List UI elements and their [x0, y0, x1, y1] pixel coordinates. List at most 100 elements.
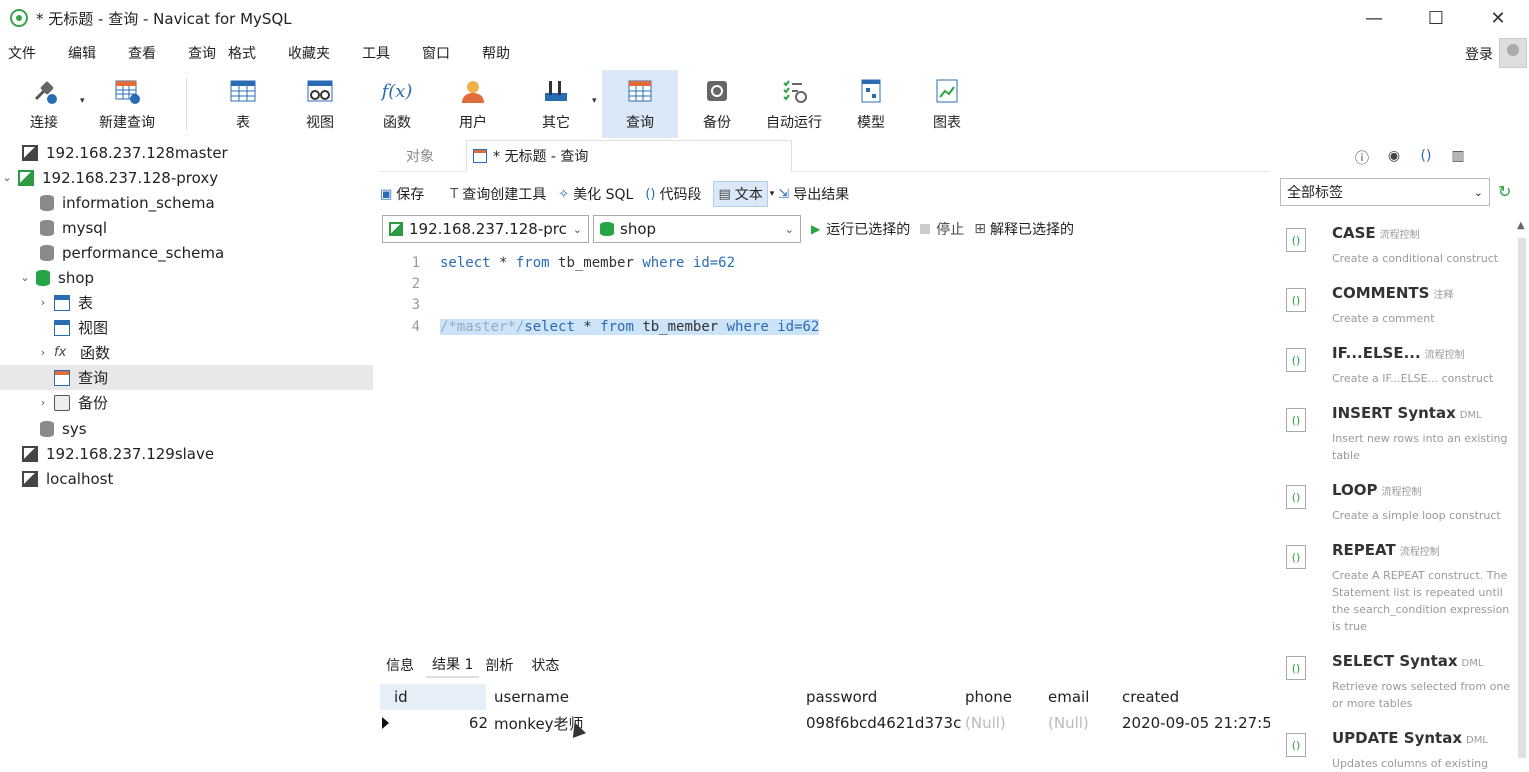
maximize-button[interactable]: ☐	[1405, 0, 1467, 36]
menu-file[interactable]: 文件	[2, 43, 42, 63]
menu-format[interactable]: 格式	[222, 43, 262, 63]
query-icon	[625, 76, 655, 106]
query-builder-button[interactable]: T 查询创建工具	[450, 184, 546, 204]
menu-favorites[interactable]: 收藏夹	[282, 43, 336, 63]
menu-help[interactable]: 帮助	[476, 43, 516, 63]
text-mode-dropdown-icon[interactable]: ▾	[770, 189, 775, 199]
scrollbar-thumb[interactable]	[1518, 238, 1526, 758]
nav-tables[interactable]: › 表	[0, 290, 373, 315]
beautify-sql-button[interactable]: ✧ 美化 SQL	[558, 184, 633, 204]
toolbar-schedule-button[interactable]: 自动运行	[758, 70, 830, 138]
nav-connection-proxy[interactable]: ⌄ 192.168.237.128-proxy	[0, 165, 373, 190]
nav-queries[interactable]: 查询	[0, 365, 373, 390]
export-result-button[interactable]: ⇲ 导出结果	[778, 184, 849, 204]
nav-functions[interactable]: › fx 函数	[0, 340, 373, 365]
toolbar-view-button[interactable]: 视图	[295, 70, 345, 138]
scroll-up-icon[interactable]: ▲	[1517, 220, 1525, 231]
column-header-password[interactable]: password	[806, 684, 877, 710]
toolbar-user-button[interactable]: 用户	[448, 70, 498, 138]
braces-icon[interactable]: ()	[1410, 148, 1442, 168]
toolbar-query-button[interactable]: 查询	[602, 70, 678, 138]
nav-connection-slave[interactable]: 192.168.237.129slave	[0, 441, 373, 466]
toolbar-chart-button[interactable]: 图表	[922, 70, 972, 138]
explain-selected-button[interactable]: ⊞ 解释已选择的	[974, 219, 1074, 239]
snippet-file-icon: ()	[1286, 545, 1306, 569]
menu-view[interactable]: 查看	[122, 43, 162, 63]
cell-email[interactable]: (Null)	[1048, 710, 1089, 736]
toolbar-connect-button[interactable]: 连接	[18, 70, 70, 138]
cell-password[interactable]: 098f6bcd4621d373c	[806, 710, 962, 736]
tab-info[interactable]: 信息	[380, 652, 420, 678]
toolbar-others-button[interactable]: 其它	[530, 70, 582, 138]
view-icon	[305, 76, 335, 106]
snippet-panel: ⓘ ◉ () ▥ 全部标签 ⌄ ↻ () CASE 流程控制 Create a c…	[1276, 140, 1529, 772]
connection-select[interactable]: 192.168.237.128-prc ⌄	[382, 215, 589, 243]
database-select[interactable]: shop ⌄	[593, 215, 801, 243]
title-bar: * 无标题 - 查询 - Navicat for MySQL — ☐ ✕	[0, 0, 1529, 36]
eye-icon[interactable]: ◉	[1378, 148, 1410, 168]
snippet-scrollbar[interactable]: ▲	[1515, 220, 1529, 772]
tab-result-1[interactable]: 结果 1	[426, 652, 480, 678]
column-header-id[interactable]: id	[380, 684, 486, 710]
chevron-right-icon[interactable]: ›	[36, 296, 50, 309]
play-icon: ▶	[811, 222, 821, 236]
editor-tabs: 对象 * 无标题 - 查询	[380, 140, 1270, 172]
login-link[interactable]: 登录	[1465, 44, 1493, 64]
column-header-email[interactable]: email	[1048, 684, 1089, 710]
toolbar-function-button[interactable]: f(x) 函数	[372, 70, 422, 138]
chevron-down-icon[interactable]: ⌄	[0, 171, 14, 184]
magic-wand-icon: ✧	[558, 186, 570, 202]
nav-db-performance-schema[interactable]: performance_schema	[0, 240, 373, 265]
toolbar-model-button[interactable]: 模型	[846, 70, 896, 138]
query-selector-row: 192.168.237.128-prc ⌄ shop ⌄ ▶ 运行已选择的 停止 …	[382, 215, 1074, 243]
run-selected-button[interactable]: ▶ 运行已选择的	[811, 219, 910, 239]
nav-db-information-schema[interactable]: information_schema	[0, 190, 373, 215]
nav-connection-localhost[interactable]: localhost	[0, 466, 373, 491]
menu-query[interactable]: 查询	[182, 43, 222, 63]
code-line: 2	[411, 276, 420, 292]
chevron-down-icon[interactable]: ⌄	[18, 271, 32, 284]
nav-backups[interactable]: › 备份	[0, 390, 373, 415]
snippet-tag-filter[interactable]: 全部标签 ⌄	[1280, 178, 1490, 206]
tab-status[interactable]: 状态	[525, 652, 565, 678]
nav-db-shop[interactable]: ⌄ shop	[0, 265, 373, 290]
minimize-button[interactable]: —	[1343, 0, 1405, 36]
stop-button[interactable]: 停止	[920, 219, 964, 239]
snippet-file-icon: ()	[1286, 408, 1306, 432]
info-icon[interactable]: ⓘ	[1346, 148, 1378, 168]
connect-dropdown-icon[interactable]: ▾	[80, 96, 85, 106]
text-mode-button[interactable]: ▤ 文本	[713, 181, 768, 207]
toolbar-backup-button[interactable]: 备份	[692, 70, 742, 138]
close-button[interactable]: ✕	[1467, 0, 1529, 36]
chevron-right-icon[interactable]: ›	[36, 396, 50, 409]
cell-phone[interactable]: (Null)	[965, 710, 1006, 736]
main-toolbar: 连接 ▾ 新建查询 表 视图 f(x) 函数 用户 其它 ▾ 查询 备份 自动运…	[0, 70, 1529, 138]
nav-views[interactable]: 视图	[0, 315, 373, 340]
cell-id[interactable]: 62	[380, 710, 488, 736]
table-row[interactable]: 62 monkey老师 098f6bcd4621d373c (Null) (Nu…	[380, 710, 1270, 738]
column-header-username[interactable]: username	[494, 684, 569, 710]
tab-profile[interactable]: 剖析	[479, 652, 519, 678]
backup-icon	[54, 394, 70, 411]
tab-query[interactable]: * 无标题 - 查询	[466, 140, 792, 172]
menu-edit[interactable]: 编辑	[62, 43, 102, 63]
others-dropdown-icon[interactable]: ▾	[592, 96, 597, 106]
toolbar-table-button[interactable]: 表	[218, 70, 268, 138]
column-header-phone[interactable]: phone	[965, 684, 1012, 710]
nav-db-mysql[interactable]: mysql	[0, 215, 373, 240]
code-snippet-button[interactable]: () 代码段	[645, 184, 701, 204]
toolbar-new-query-button[interactable]: 新建查询	[92, 70, 162, 138]
refresh-icon[interactable]: ↻	[1498, 182, 1511, 201]
save-button[interactable]: ▣ 保存	[380, 184, 424, 204]
menu-window[interactable]: 窗口	[416, 43, 456, 63]
menu-tools[interactable]: 工具	[356, 43, 396, 63]
cell-created[interactable]: 2020-09-05 21:27:5	[1122, 710, 1270, 736]
sql-editor[interactable]: 1 select * from tb_member where id=62 2 …	[380, 250, 1270, 645]
columns-icon[interactable]: ▥	[1442, 148, 1474, 168]
chevron-right-icon[interactable]: ›	[36, 346, 50, 359]
avatar[interactable]	[1499, 38, 1527, 68]
nav-connection-master[interactable]: 192.168.237.128master	[0, 140, 373, 165]
nav-db-sys[interactable]: sys	[0, 416, 373, 441]
column-header-created[interactable]: created	[1122, 684, 1179, 710]
tab-objects[interactable]: 对象	[406, 140, 434, 172]
